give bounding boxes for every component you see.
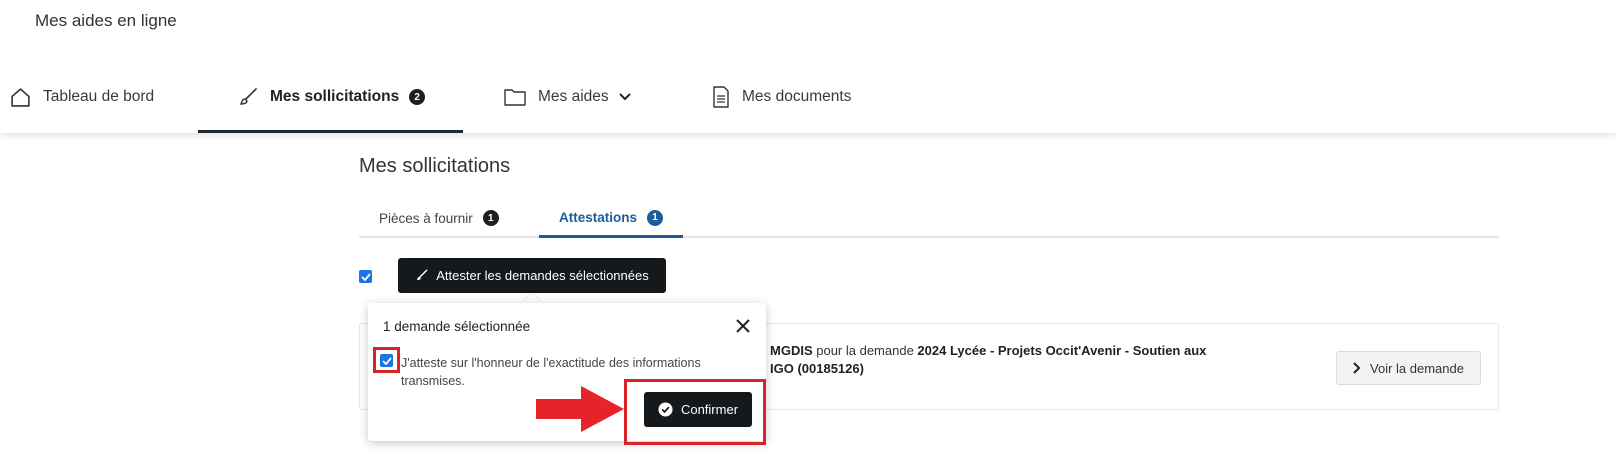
app-title: Mes aides en ligne <box>35 11 177 30</box>
popover-title: 1 demande sélectionnée <box>383 319 531 334</box>
nav-item-label: Mes aides <box>538 88 609 105</box>
nav-item-tableau-de-bord[interactable]: Tableau de bord <box>10 61 154 133</box>
active-tab-indicator <box>198 130 463 133</box>
organization-name: MGDIS <box>770 343 813 358</box>
count-badge: 1 <box>647 209 664 226</box>
brush-icon <box>239 88 257 105</box>
nav-item-mes-aides[interactable]: Mes aides <box>504 61 631 133</box>
tab-label: Pièces à fournir <box>379 210 473 226</box>
subtabs: Pièces à fournir 1 Attestations 1 <box>359 200 1499 238</box>
tab-attestations[interactable]: Attestations 1 <box>539 200 684 238</box>
description-text: pour la demande <box>812 343 918 358</box>
brush-icon <box>417 269 428 281</box>
document-icon <box>713 86 729 108</box>
button-label: Attester les demandes sélectionnées <box>436 268 649 283</box>
button-label: Voir la demande <box>1370 360 1464 376</box>
close-button[interactable] <box>734 317 752 335</box>
button-label: Confirmer <box>680 402 739 417</box>
confirm-button[interactable]: Confirmer <box>644 392 752 427</box>
folder-icon <box>504 89 526 106</box>
check-icon <box>360 272 371 281</box>
tab-pieces-a-fournir[interactable]: Pièces à fournir 1 <box>359 200 519 236</box>
chevron-right-icon <box>1353 362 1361 374</box>
nav-item-label: Tableau de bord <box>43 88 155 105</box>
demand-reference: IGO (00185126) <box>770 361 864 376</box>
attestation-checkbox[interactable] <box>380 354 393 367</box>
home-icon <box>11 87 30 107</box>
main-nav: Tableau de bord Mes sollicitations 2 Mes… <box>0 61 1617 133</box>
nav-item-mes-sollicitations[interactable]: Mes sollicitations 2 <box>238 61 426 133</box>
check-circle-icon <box>658 402 673 417</box>
request-description: MGDIS pour la demande 2024 Lycée - Proje… <box>770 342 1240 378</box>
nav-item-mes-documents[interactable]: Mes documents <box>712 61 851 133</box>
close-icon <box>736 319 750 333</box>
view-request-button[interactable]: Voir la demande <box>1336 351 1481 385</box>
nav-item-label: Mes documents <box>742 88 852 105</box>
chevron-down-icon <box>618 93 631 101</box>
count-badge: 1 <box>482 210 499 226</box>
red-arrow-annotation <box>536 386 624 432</box>
popover-arrow <box>522 293 542 303</box>
demand-title: 2024 Lycée - Projets Occit'Avenir - Sout… <box>917 343 1207 358</box>
select-all-checkbox[interactable] <box>359 270 372 283</box>
page-title: Mes sollicitations <box>359 155 511 177</box>
attest-selected-button[interactable]: Attester les demandes sélectionnées <box>398 258 666 293</box>
count-badge: 2 <box>409 89 426 105</box>
nav-item-label: Mes sollicitations <box>270 88 400 105</box>
check-icon <box>381 356 392 365</box>
tab-label: Attestations <box>559 210 638 225</box>
